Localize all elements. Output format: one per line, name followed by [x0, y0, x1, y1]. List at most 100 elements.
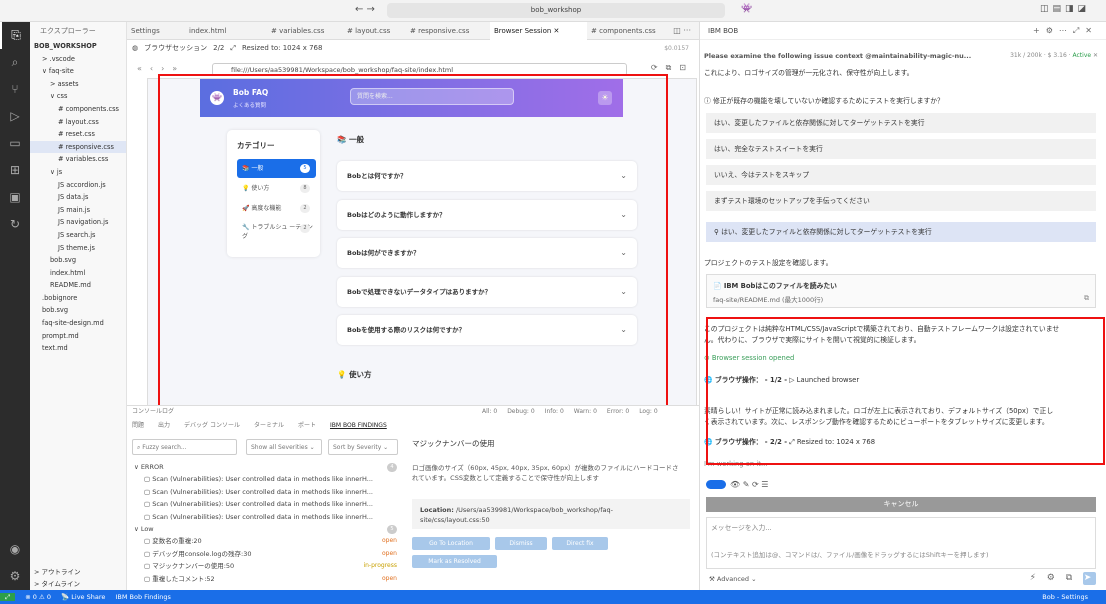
tree-item[interactable]: JS main.js	[30, 204, 126, 217]
explorer-icon[interactable]: ⎘	[0, 22, 30, 49]
workspace-root[interactable]: BOB_WORKSHOP	[30, 40, 126, 53]
bob-settings-status[interactable]: Bob - Settings	[1042, 590, 1088, 604]
finding-action-button[interactable]: Dismiss	[495, 537, 547, 550]
finding-item[interactable]: ▢ Scan (Vulnerabilities): User controlle…	[132, 511, 402, 523]
category-item[interactable]: 🚀 高度な機能 2	[237, 199, 316, 218]
file-read-card[interactable]: 📄 IBM Bobはこのファイルを読みたい faq-site/README.md…	[706, 274, 1096, 308]
cancel-button[interactable]: キャンセル	[706, 497, 1096, 512]
console-filter[interactable]: Error: 0	[607, 408, 629, 415]
extensions-icon[interactable]: ⊞	[0, 157, 30, 184]
faq-question[interactable]: Bobで処理できないデータタイプはありますか？ ⌄	[337, 276, 637, 307]
panel-tab[interactable]: ポート	[298, 422, 316, 429]
tree-item[interactable]: # responsive.css	[30, 140, 126, 154]
finding-action-button[interactable]: Direct fix	[552, 537, 608, 550]
tree-item[interactable]: > .vscode	[30, 53, 126, 66]
category-item[interactable]: 💡 使い方 8	[237, 179, 316, 198]
finding-item[interactable]: ▢ 変数名の重複:20 open	[132, 535, 402, 547]
tree-item[interactable]: index.html	[30, 267, 126, 280]
category-item[interactable]: 📚 一般 5	[237, 159, 316, 178]
severity-filter[interactable]: Show all Severities ⌄	[246, 439, 322, 455]
remote-explorer-icon[interactable]: ▭	[0, 130, 30, 157]
finding-action-button[interactable]: Mark as Resolved	[412, 555, 497, 568]
console-filter[interactable]: Warn: 0	[574, 408, 597, 415]
finding-item[interactable]: ▢ Scan (Vulnerabilities): User controlle…	[132, 473, 402, 485]
tree-item[interactable]: text.md	[30, 342, 126, 355]
finding-action-button[interactable]: Go To Location	[412, 537, 490, 550]
finding-item[interactable]: ▢ Scan (Vulnerabilities): User controlle…	[132, 498, 402, 510]
finding-item[interactable]: ▢ マジックナンバーの使用:50 in-progress	[132, 560, 402, 572]
search-icon[interactable]: ⌕	[0, 49, 30, 76]
faq-search-input[interactable]: 質問を検索...	[350, 88, 514, 105]
tree-item[interactable]: prompt.md	[30, 330, 126, 343]
tree-item[interactable]: JS search.js	[30, 229, 126, 242]
sort-filter[interactable]: Sort by Severity ⌄	[328, 439, 398, 455]
faq-question[interactable]: Bobとは何ですか？ ⌄	[337, 161, 637, 191]
category-item[interactable]: 🔧 トラブルシュ ーティング 2	[237, 219, 316, 245]
advanced-toggle[interactable]: ⚒ Advanced ⌄	[709, 575, 757, 583]
tree-item[interactable]: ∨ faq-site	[30, 65, 126, 78]
tree-item[interactable]: # reset.css	[30, 128, 126, 141]
bob-findings-icon[interactable]: ▣	[0, 184, 30, 211]
finding-group[interactable]: ∨ Low 5	[132, 523, 402, 535]
run-debug-icon[interactable]: ▷	[0, 103, 30, 130]
source-control-icon[interactable]: ⑂	[0, 76, 30, 103]
nav-arrows[interactable]: ← →	[355, 4, 375, 15]
console-filter[interactable]: All: 0	[482, 408, 497, 415]
answer-option[interactable]: まずテスト環境のセットアップを手伝ってください	[706, 191, 1096, 211]
console-log-row[interactable]: コンソールログ All: 0 Debug: 0 Info: 0 Warn: 0 Erro…	[132, 406, 692, 418]
tree-item[interactable]: ∨ js	[30, 166, 126, 179]
account-icon[interactable]: ◉	[0, 536, 30, 563]
answer-option[interactable]: はい、完全なテストスイートを実行	[706, 139, 1096, 159]
bob-findings-status[interactable]: IBM Bob Findings	[115, 593, 170, 601]
tree-item[interactable]: # layout.css	[30, 116, 126, 129]
tree-item[interactable]: README.md	[30, 279, 126, 292]
faq-question[interactable]: Bobはどのように動作しますか？ ⌄	[337, 199, 637, 230]
command-center-search[interactable]: bob_workshop	[387, 3, 725, 18]
console-filter[interactable]: Log: 0	[639, 408, 657, 415]
layout-toggle-icons[interactable]: ◫▤◨◪	[1040, 4, 1090, 14]
tree-item[interactable]: # variables.css	[30, 153, 126, 166]
tree-item[interactable]: bob.svg	[30, 304, 126, 317]
tree-item[interactable]: JS data.js	[30, 191, 126, 204]
outline-section[interactable]: > アウトライン	[30, 566, 127, 578]
bob-tool-row[interactable]: 👁 ✎ ⟳ ☰	[706, 480, 768, 489]
remote-icon[interactable]: ⤢	[0, 593, 16, 601]
finding-group[interactable]: ∨ ERROR 4	[132, 461, 402, 473]
live-share-icon[interactable]: ↻	[0, 211, 30, 238]
finding-item[interactable]: ▢ 重複したコメント:52 open	[132, 573, 402, 585]
tree-item[interactable]: # components.css	[30, 103, 126, 116]
tree-item[interactable]: JS theme.js	[30, 242, 126, 255]
tree-item[interactable]: .bobignore	[30, 292, 126, 305]
panel-tab[interactable]: 出力	[158, 422, 170, 429]
problems-count[interactable]: ⊗ 0 ⚠ 0	[25, 593, 51, 601]
live-share-status[interactable]: 📡 Live Share	[61, 593, 105, 601]
open-external-icon[interactable]: ⧉	[1084, 294, 1089, 303]
fuzzy-search-input[interactable]: ⌕ Fuzzy search...	[132, 439, 237, 455]
answer-option[interactable]: はい、変更したファイルと依存関係に対してターゲットテストを実行	[706, 113, 1096, 133]
panel-tab[interactable]: 問題	[132, 422, 144, 429]
send-tools[interactable]: ⚡ ⚙ ⧉ ➤	[1030, 572, 1096, 585]
finding-item[interactable]: ▢ デバッグ用console.logの残存:30 open	[132, 548, 402, 560]
tree-item[interactable]: ∨ css	[30, 90, 126, 103]
tree-item[interactable]: JS accordion.js	[30, 179, 126, 192]
message-input[interactable]: メッセージを入力... (コンテキスト追加は@、コマンドは/、ファイル/画像をド…	[706, 517, 1096, 569]
console-filter[interactable]: Info: 0	[545, 408, 564, 415]
finding-item[interactable]: ▢ Scan (Vulnerabilities): User controlle…	[132, 486, 402, 498]
faq-question[interactable]: Bobは何ができますか？ ⌄	[337, 238, 637, 268]
panel-tab[interactable]: デバッグ コンソール	[184, 422, 240, 429]
tree-item[interactable]: bob.svg	[30, 254, 126, 267]
tree-item[interactable]: > assets	[30, 78, 126, 91]
auto-approve-toggle[interactable]	[706, 480, 726, 489]
theme-toggle-icon[interactable]: ☀	[598, 91, 612, 105]
task-meta: 31k / 200k · $ 3.16 · Active ✕	[1010, 52, 1098, 59]
panel-tab[interactable]: IBM BOB FINDINGS	[330, 422, 387, 429]
tree-item[interactable]: faq-site-design.md	[30, 317, 126, 330]
panel-tab[interactable]: ターミナル	[254, 422, 284, 429]
tree-item[interactable]: JS navigation.js	[30, 216, 126, 229]
faq-question[interactable]: Bobを使用する際のリスクは何ですか？ ⌄	[337, 315, 637, 345]
settings-gear-icon[interactable]: ⚙	[0, 563, 30, 590]
console-filter[interactable]: Debug: 0	[507, 408, 534, 415]
answer-option[interactable]: いいえ、今はテストをスキップ	[706, 165, 1096, 185]
send-icon[interactable]: ➤	[1083, 572, 1096, 585]
timeline-section[interactable]: > タイムライン	[30, 578, 127, 590]
